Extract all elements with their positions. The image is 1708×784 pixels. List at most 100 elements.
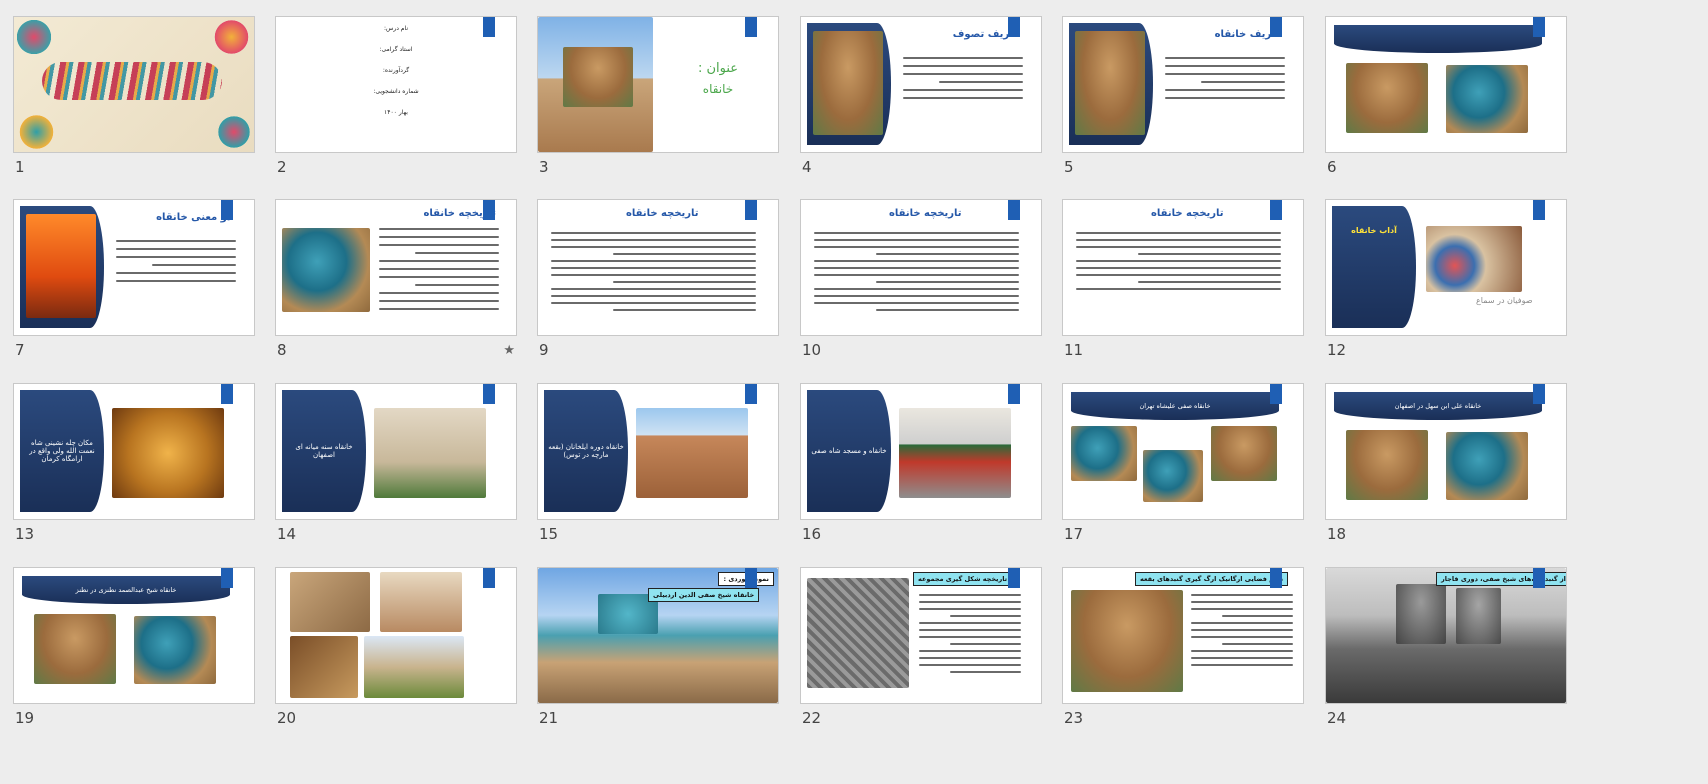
slide-number: 24 <box>1327 709 1347 727</box>
slide-preview[interactable]: تاریخچه خانقاه <box>1062 199 1304 336</box>
slide-thumbnail[interactable]: تعریف خانقاه 5 <box>1062 16 1304 176</box>
slide-photo <box>380 572 462 632</box>
slide-preview[interactable]: خانقاه شیخ عبدالصمد نطنزی در نطنز <box>13 567 255 704</box>
slide-number: 4 <box>802 158 812 176</box>
slide-thumbnail[interactable]: مکان چله نشینی شاه نعمت الله ولی واقع در… <box>13 383 255 543</box>
text-line <box>875 253 1019 255</box>
text-line <box>903 65 1023 67</box>
text-line <box>1165 65 1285 67</box>
text-line <box>949 671 1021 673</box>
slide-preview[interactable]: دو معنی خانقاه <box>13 199 255 336</box>
slide-thumbnail[interactable]: تاریخچه خانقاه 9 <box>537 199 779 359</box>
slide-number: 10 <box>802 341 822 359</box>
slide-thumbnail[interactable]: نمای کلی از گنبدخانه‌های شیخ صفی، دوری ق… <box>1325 567 1567 727</box>
accent-flag <box>1270 200 1282 220</box>
slide-thumbnail[interactable]: خانقاه و مسجد شاه صفی 16 <box>800 383 1042 543</box>
slide-photo <box>899 408 1011 498</box>
accent-flag <box>483 384 495 404</box>
slide-preview[interactable]: خانقاه صفی علیشاه تهران <box>1062 383 1304 520</box>
slide-number: 5 <box>1064 158 1074 176</box>
slide-thumbnail[interactable]: ★ تاریخچه خانقاه 8 <box>275 199 517 359</box>
slide-preview[interactable]: عنوان : خانقاه <box>537 16 779 153</box>
text-line <box>1076 239 1281 241</box>
slide-preview[interactable]: خانقاه و مسجد شاه صفی <box>800 383 1042 520</box>
slide-number: 18 <box>1327 525 1347 543</box>
slide-thumbnail[interactable]: آداب خانقاه صوفیان در سماع 12 <box>1325 199 1567 359</box>
text-line <box>1165 73 1285 75</box>
slide-preview[interactable]: تاریخچه خانقاه <box>275 199 517 336</box>
slide-thumbnail[interactable]: خانقاه شیخ عبدالصمد نطنزی در نطنز 19 <box>13 567 255 727</box>
text-lines <box>1076 232 1281 295</box>
slide-thumbnail[interactable]: 20 <box>275 567 517 727</box>
slide-preview[interactable]: تعریف تصوف <box>800 16 1042 153</box>
slide-preview[interactable]: نمای کلی از گنبدخانه‌های شیخ صفی، دوری ق… <box>1325 567 1567 704</box>
slide-number: 2 <box>277 158 287 176</box>
slide-photo <box>1143 450 1203 502</box>
slide-thumbnail[interactable]: 1 <box>13 16 255 176</box>
text-lines <box>551 232 756 316</box>
slide-subheading: خانقاه <box>702 82 734 96</box>
slide-preview[interactable]: تاریخچه خانقاه <box>537 199 779 336</box>
slide-preview[interactable]: تاریخچه شکل گیری مجموعه <box>800 567 1042 704</box>
slide-thumbnail[interactable]: خانقاه صفی علیشاه تهران 17 <box>1062 383 1304 543</box>
slide-thumbnail[interactable]: نظم فضایی ارگانیک ارگ گیری گنبدهای بقعه 2… <box>1062 567 1304 727</box>
slide-photo <box>1346 63 1428 133</box>
info-line: شماره دانشجویی: <box>373 88 419 95</box>
text-line <box>903 97 1023 99</box>
text-line <box>1191 650 1293 652</box>
slide-preview[interactable]: نمونه موردی : خانقاه شیخ صفی الدین اردبیل… <box>537 567 779 704</box>
title-banner <box>1334 25 1542 53</box>
slide-preview[interactable]: مکان چله نشینی شاه نعمت الله ولی واقع در… <box>13 383 255 520</box>
slide-preview[interactable]: خانقاه دوره ایلخانان (بقعه مارچه در توس) <box>537 383 779 520</box>
slide-preview[interactable]: آداب خانقاه صوفیان در سماع <box>1325 199 1567 336</box>
slide-thumbnail[interactable]: دو معنی خانقاه 7 <box>13 199 255 359</box>
slide-thumbnail[interactable]: خانقاه سنه میانه ای اصفهان 14 <box>275 383 517 543</box>
slide-thumbnail[interactable]: خانقاه علی ابن سهل در اصفهان 18 <box>1325 383 1567 543</box>
text-line <box>551 295 756 297</box>
slide-preview[interactable]: نام درس: استاد گرامی: گردآورنده: شماره دانش… <box>275 16 517 153</box>
slide-thumbnail[interactable]: تاریخچه خانقاه 10 <box>800 199 1042 359</box>
slide-label: تاریخچه شکل گیری مجموعه <box>913 572 1013 586</box>
text-line <box>1165 97 1285 99</box>
text-line <box>379 236 499 238</box>
panel-text: خانقاه سنه میانه ای اصفهان <box>295 443 353 459</box>
text-line <box>379 276 499 278</box>
slide-thumbnail[interactable]: تاریخچه شکل گیری مجموعه 22 <box>800 567 1042 727</box>
slide-preview[interactable] <box>13 16 255 153</box>
slide-photo <box>807 578 909 688</box>
text-line <box>379 244 499 246</box>
slide-thumbnail[interactable]: نمونه موردی : خانقاه شیخ صفی الدین اردبیل… <box>537 567 779 727</box>
slide-preview[interactable]: تاریخچه خانقاه <box>800 199 1042 336</box>
title-banner: خانقاه علی ابن سهل در اصفهان <box>1334 392 1542 420</box>
slide-thumbnail[interactable]: تعریف تصوف 4 <box>800 16 1042 176</box>
slide-preview[interactable]: تعریف خانقاه <box>1062 16 1304 153</box>
slide-number: 16 <box>802 525 822 543</box>
slide-preview[interactable]: نظم فضایی ارگانیک ارگ گیری گنبدهای بقعه <box>1062 567 1304 704</box>
text-line <box>875 309 1019 311</box>
slide-heading: عنوان : <box>697 61 739 76</box>
slide-preview[interactable]: خانقاه سنه میانه ای اصفهان <box>275 383 517 520</box>
slide-photo <box>1075 31 1145 135</box>
slide-preview[interactable] <box>1325 16 1567 153</box>
slide-preview[interactable] <box>275 567 517 704</box>
slide-thumbnail[interactable]: 6 <box>1325 16 1567 176</box>
slide-photo <box>290 572 370 632</box>
accent-flag <box>1533 200 1545 220</box>
text-lines <box>919 594 1021 678</box>
slide-photo <box>34 614 116 684</box>
text-line <box>1191 601 1293 603</box>
slide-thumbnail[interactable]: نام درس: استاد گرامی: گردآورنده: شماره دانش… <box>275 16 517 176</box>
photo-caption: صوفیان در سماع <box>1476 296 1533 305</box>
slide-thumbnail[interactable]: خانقاه دوره ایلخانان (بقعه مارچه در توس)… <box>537 383 779 543</box>
slide-photo <box>1396 584 1446 644</box>
info-line: گردآورنده: <box>382 67 410 74</box>
text-lines <box>1165 57 1285 105</box>
text-line <box>814 267 1019 269</box>
panel-text: خانقاه دوره ایلخانان (بقعه مارچه در توس) <box>548 443 624 459</box>
slide-thumbnail[interactable]: تاریخچه خانقاه 11 <box>1062 199 1304 359</box>
slide-thumbnail[interactable]: عنوان : خانقاه 3 <box>537 16 779 176</box>
text-lines <box>116 240 236 288</box>
text-line <box>1191 636 1293 638</box>
slide-preview[interactable]: خانقاه علی ابن سهل در اصفهان <box>1325 383 1567 520</box>
slide-number: 15 <box>539 525 559 543</box>
